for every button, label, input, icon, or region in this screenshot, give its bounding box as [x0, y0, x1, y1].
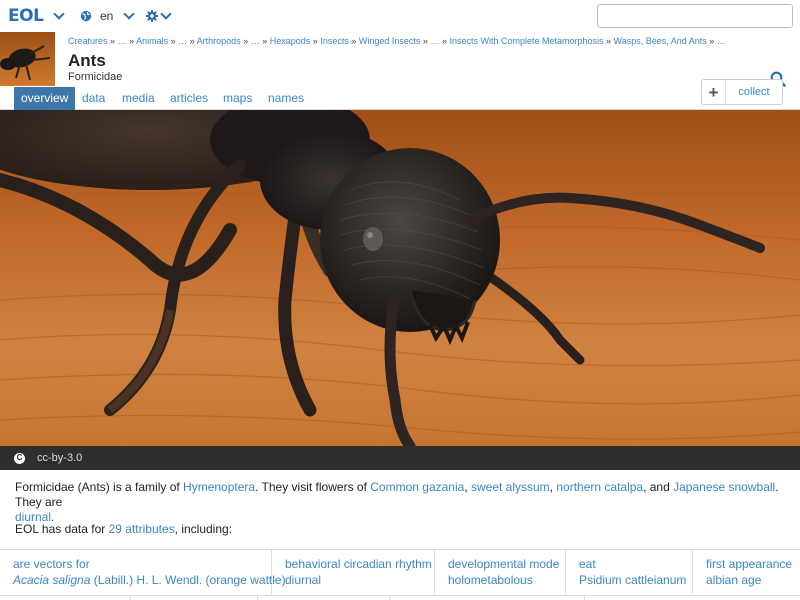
breadcrumb-item[interactable]: …: [178, 36, 187, 46]
hero-image[interactable]: [0, 110, 800, 446]
trait-value-rest[interactable]: (Labill.) H. L. Wendl. (orange wattle): [90, 573, 286, 587]
globe-icon: [80, 10, 92, 22]
breadcrumb-item[interactable]: Insects: [320, 36, 349, 46]
trait-cell[interactable]: developmental mode holometabolous: [435, 550, 566, 594]
tab-overview[interactable]: overview: [14, 87, 76, 110]
trait-cell[interactable]: eat Psidium cattleianum: [566, 550, 693, 594]
traits-cell-divider: [257, 595, 258, 600]
trait-label[interactable]: first appearance: [706, 556, 800, 572]
breadcrumb-separator: »: [110, 36, 118, 46]
trait-label[interactable]: developmental mode: [448, 556, 565, 572]
chevron-down-icon[interactable]: [53, 8, 66, 20]
trait-value-species[interactable]: Acacia saligna: [13, 573, 90, 587]
breadcrumb-item[interactable]: Arthropods: [197, 36, 241, 46]
license-bar: C cc-by-3.0: [0, 446, 800, 470]
language-selector[interactable]: en: [80, 8, 136, 24]
tab-maps[interactable]: maps: [216, 87, 259, 110]
link-common-gazania[interactable]: Common gazania: [370, 480, 464, 494]
breadcrumb-separator: »: [262, 36, 270, 46]
breadcrumb-item[interactable]: Winged Insects: [359, 36, 421, 46]
breadcrumb-item[interactable]: …: [430, 36, 439, 46]
top-bar: EOL en: [0, 0, 800, 32]
link-japanese-snowball[interactable]: Japanese snowball: [673, 480, 775, 494]
traits-grid: are vectors for Acacia saligna (Labill.)…: [0, 549, 800, 600]
trait-label[interactable]: behavioral circadian rhythm: [285, 556, 434, 572]
search-input[interactable]: [597, 4, 793, 28]
chevron-down-icon: [160, 8, 172, 20]
tab-names[interactable]: names: [261, 87, 311, 110]
trait-cell[interactable]: first appearance albian age: [693, 550, 800, 594]
breadcrumb-item[interactable]: …: [251, 36, 260, 46]
summary-text: Formicidae (Ants) is a family of Hymenop…: [15, 480, 785, 525]
trait-label[interactable]: are vectors for: [13, 556, 271, 572]
link-northern-catalpa[interactable]: northern catalpa: [556, 480, 643, 494]
breadcrumb-separator: »: [709, 36, 717, 46]
settings-menu[interactable]: [146, 8, 172, 24]
summary-text-segment: ,: [464, 480, 471, 494]
breadcrumb-item[interactable]: …: [118, 36, 127, 46]
trait-cell[interactable]: behavioral circadian rhythm diurnal: [272, 550, 435, 594]
breadcrumb-separator: »: [170, 36, 179, 46]
traits-row-divider: [0, 595, 800, 600]
tab-data[interactable]: data: [75, 87, 112, 110]
tab-media[interactable]: media: [115, 87, 162, 110]
link-attributes[interactable]: 29 attributes: [109, 522, 175, 536]
trait-value[interactable]: diurnal: [285, 572, 434, 588]
summary-text-segment: Formicidae (Ants) is a family of: [15, 480, 184, 494]
breadcrumb-item[interactable]: Insects With Complete Metamorphosis: [449, 36, 603, 46]
license-icon[interactable]: C: [14, 452, 25, 464]
trait-value[interactable]: holometabolous: [448, 572, 565, 588]
tab-bar: overview data media articles maps names: [0, 87, 800, 110]
breadcrumb-separator: »: [606, 36, 614, 46]
gear-icon: [146, 10, 158, 22]
license-text[interactable]: cc-by-3.0: [37, 452, 82, 464]
attributes-summary: EOL has data for 29 attributes, includin…: [15, 522, 232, 537]
link-sweet-alyssum[interactable]: sweet alyssum: [471, 480, 550, 494]
tab-articles[interactable]: articles: [163, 87, 215, 110]
ant-thumbnail-image: [0, 32, 55, 86]
breadcrumb-item[interactable]: Animals: [136, 36, 168, 46]
breadcrumb-separator: »: [243, 36, 251, 46]
summary-text-segment: . They visit flowers of: [255, 480, 371, 494]
breadcrumb-item[interactable]: Creatures: [68, 36, 108, 46]
traits-cell-divider: [130, 595, 131, 600]
page-header: Creatures » … » Animals » … » Arthropods…: [0, 32, 800, 105]
breadcrumb: Creatures » … » Animals » … » Arthropods…: [68, 36, 726, 47]
eol-logo-menu[interactable]: EOL: [8, 6, 66, 26]
trait-value[interactable]: Psidium cattleianum: [579, 572, 692, 588]
trait-value[interactable]: Acacia saligna (Labill.) H. L. Wendl. (o…: [13, 572, 286, 588]
trait-cell[interactable]: are vectors for Acacia saligna (Labill.)…: [0, 550, 286, 594]
breadcrumb-separator: »: [351, 36, 359, 46]
scientific-name: Formicidae: [68, 71, 123, 83]
trait-label[interactable]: eat: [579, 556, 692, 572]
attributes-text: , including:: [174, 522, 233, 536]
breadcrumb-separator: »: [189, 36, 197, 46]
language-code: en: [100, 9, 114, 23]
trait-value[interactable]: albian age: [706, 572, 800, 588]
breadcrumb-item[interactable]: …: [717, 36, 726, 46]
chevron-down-icon: [123, 8, 136, 20]
breadcrumb-item[interactable]: Hexapods: [270, 36, 311, 46]
traits-cell-divider: [389, 595, 390, 600]
link-hymenoptera[interactable]: Hymenoptera: [183, 480, 255, 494]
breadcrumb-item[interactable]: Wasps, Bees, And Ants: [614, 36, 707, 46]
attributes-text: EOL has data for: [15, 522, 109, 536]
eol-logo[interactable]: EOL: [8, 6, 44, 26]
summary-text-segment: , and: [643, 480, 674, 494]
taxon-thumbnail[interactable]: [0, 32, 55, 86]
ant-photo: [0, 110, 800, 446]
traits-cell-divider: [584, 595, 585, 600]
page-title: Ants: [68, 51, 106, 70]
